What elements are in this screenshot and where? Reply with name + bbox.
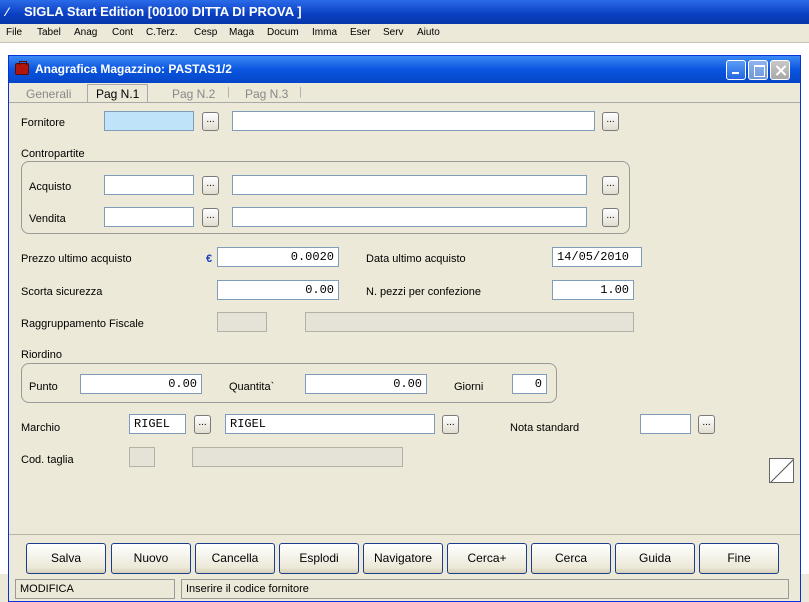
fornitore-description-field[interactable] <box>232 111 595 131</box>
contropartite-label: Contropartite <box>21 148 85 160</box>
status-bar: MODIFICA Inserire il codice fornitore <box>9 577 800 601</box>
fornitore-code-field[interactable] <box>104 111 194 131</box>
maximize-button[interactable] <box>748 60 768 80</box>
acquisto-desc-lookup-button[interactable]: ... <box>602 176 619 195</box>
menu-serv[interactable]: Serv <box>383 27 404 38</box>
nuovo-button[interactable]: Nuovo <box>111 543 191 574</box>
tab-separator: | <box>299 86 302 98</box>
giorni-label: Giorni <box>454 381 484 393</box>
punto-field[interactable]: 0.00 <box>80 374 202 394</box>
mdi-area: Anagrafica Magazzino: PASTAS1/2 Generali… <box>0 43 809 602</box>
euro-icon: € <box>206 253 213 265</box>
pezzi-confezione-field[interactable]: 1.00 <box>552 280 634 300</box>
cod-taglia-label: Cod. taglia <box>21 454 74 466</box>
close-button[interactable] <box>770 60 790 80</box>
menu-tabel[interactable]: Tabel <box>37 27 61 38</box>
riordino-label: Riordino <box>21 349 62 361</box>
giorni-field[interactable]: 0 <box>512 374 547 394</box>
nota-standard-field[interactable] <box>640 414 691 434</box>
acquisto-code-field[interactable] <box>104 175 194 195</box>
menu-anag[interactable]: Anag <box>74 27 97 38</box>
tab-generali[interactable]: Generali <box>26 86 71 102</box>
menubar: File Tabel Anag Cont C.Terz. Cesp Maga D… <box>0 24 809 43</box>
cerca-plus-button[interactable]: Cerca+ <box>447 543 527 574</box>
marchio-label: Marchio <box>21 422 61 434</box>
minimize-button[interactable] <box>726 60 746 80</box>
fornitore-desc-lookup-button[interactable]: ... <box>602 112 619 131</box>
marchio-desc-lookup-button[interactable]: ... <box>442 415 459 434</box>
raggruppamento-fiscale-description-field <box>305 312 634 332</box>
marchio-code-field[interactable]: RIGEL <box>129 414 186 434</box>
menu-cterz[interactable]: C.Terz. <box>146 27 178 38</box>
window-titlebar[interactable]: Anagrafica Magazzino: PASTAS1/2 <box>9 56 800 83</box>
vendita-code-field[interactable] <box>104 207 194 227</box>
fornitore-lookup-button[interactable]: ... <box>202 112 219 131</box>
nota-standard-lookup-button[interactable]: ... <box>698 415 715 434</box>
tab-separator: | <box>227 86 230 98</box>
menu-cesp[interactable]: Cesp <box>194 27 217 38</box>
tab-strip: Generali Pag N.1 Pag N.2 | Pag N.3 | <box>9 84 800 103</box>
cod-taglia-description-field <box>192 447 403 467</box>
vendita-description-field[interactable] <box>232 207 587 227</box>
briefcase-icon <box>15 61 29 75</box>
data-ultimo-acquisto-field[interactable]: 14/05/2010 <box>552 247 642 267</box>
menu-docum[interactable]: Docum <box>267 27 299 38</box>
vendita-label: Vendita <box>29 213 66 225</box>
app-title: SIGLA Start Edition [00100 DITTA DI PROV… <box>24 4 302 19</box>
acquisto-label: Acquisto <box>29 181 72 193</box>
button-bar: Salva Nuovo Cancella Esplodi Navigatore … <box>9 534 800 578</box>
scorta-sicurezza-field[interactable]: 0.00 <box>217 280 339 300</box>
navigatore-button[interactable]: Navigatore <box>363 543 443 574</box>
raggruppamento-fiscale-label: Raggruppamento Fiscale <box>21 318 144 330</box>
raggruppamento-fiscale-code-field <box>217 312 267 332</box>
pezzi-confezione-label: N. pezzi per confezione <box>366 286 481 298</box>
guida-button[interactable]: Guida <box>615 543 695 574</box>
tab-pag-n3[interactable]: Pag N.3 <box>245 86 288 102</box>
tab-pag-n2[interactable]: Pag N.2 <box>172 86 215 102</box>
tab-pag-n1[interactable]: Pag N.1 <box>87 84 149 103</box>
fine-button[interactable]: Fine <box>699 543 779 574</box>
status-message: Inserire il codice fornitore <box>181 579 789 599</box>
acquisto-description-field[interactable] <box>232 175 587 195</box>
acquisto-lookup-button[interactable]: ... <box>202 176 219 195</box>
cerca-button[interactable]: Cerca <box>531 543 611 574</box>
vendita-lookup-button[interactable]: ... <box>202 208 219 227</box>
menu-aiuto[interactable]: Aiuto <box>417 27 440 38</box>
scorta-sicurezza-label: Scorta sicurezza <box>21 286 103 298</box>
window-title: Anagrafica Magazzino: PASTAS1/2 <box>35 62 232 76</box>
menu-file[interactable]: File <box>6 27 22 38</box>
punto-label: Punto <box>29 381 58 393</box>
data-ultimo-acquisto-label: Data ultimo acquisto <box>366 253 466 265</box>
cancella-button[interactable]: Cancella <box>195 543 275 574</box>
tab-divider <box>9 102 800 103</box>
quantita-field[interactable]: 0.00 <box>305 374 427 394</box>
sigla-logo-icon: ⁄ <box>6 5 9 19</box>
salva-button[interactable]: Salva <box>26 543 106 574</box>
menu-eser[interactable]: Eser <box>350 27 371 38</box>
cod-taglia-code-field <box>129 447 155 467</box>
marchio-lookup-button[interactable]: ... <box>194 415 211 434</box>
anagrafica-magazzino-window: Anagrafica Magazzino: PASTAS1/2 Generali… <box>8 55 801 602</box>
nota-standard-label: Nota standard <box>510 422 580 434</box>
vendita-desc-lookup-button[interactable]: ... <box>602 208 619 227</box>
esplodi-button[interactable]: Esplodi <box>279 543 359 574</box>
status-mode: MODIFICA <box>15 579 175 599</box>
menu-maga[interactable]: Maga <box>229 27 254 38</box>
app-titlebar: ⁄ SIGLA Start Edition [00100 DITTA DI PR… <box>0 0 809 24</box>
menu-imma[interactable]: Imma <box>312 27 337 38</box>
fornitore-label: Fornitore <box>21 117 66 129</box>
menu-cont[interactable]: Cont <box>112 27 133 38</box>
prezzo-ultimo-acquisto-label: Prezzo ultimo acquisto <box>21 253 132 265</box>
prezzo-ultimo-acquisto-field[interactable]: 0.0020 <box>217 247 339 267</box>
marchio-description-field[interactable]: RIGEL <box>225 414 435 434</box>
quantita-label: Quantita` <box>229 381 275 393</box>
resize-grip-icon[interactable] <box>769 458 794 483</box>
